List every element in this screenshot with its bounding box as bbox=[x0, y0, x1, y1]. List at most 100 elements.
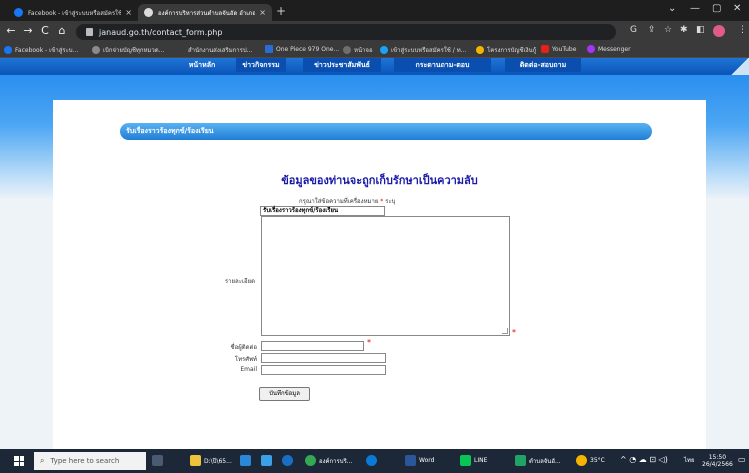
home-button[interactable]: ⌂ bbox=[55, 24, 69, 37]
bookmark-star-icon[interactable]: ☆ bbox=[664, 25, 672, 35]
bookmark-icon bbox=[476, 46, 484, 54]
search-icon: ⌕ bbox=[40, 456, 45, 465]
bookmark-item[interactable]: Messenger bbox=[587, 45, 631, 53]
site-favicon-icon bbox=[144, 8, 153, 17]
taskbar-word[interactable]: Word bbox=[405, 455, 434, 466]
page-viewport: หน้าหลัก ข่าวกิจกรรม ข่าวประชาสัมพันธ์ ก… bbox=[0, 58, 749, 449]
windows-start-icon[interactable] bbox=[14, 456, 24, 466]
close-tab-icon[interactable]: × bbox=[125, 8, 132, 17]
nav-activities[interactable]: ข่าวกิจกรรม bbox=[236, 58, 286, 72]
calendar-icon bbox=[240, 455, 251, 466]
nav-home[interactable]: หน้าหลัก bbox=[181, 58, 223, 72]
taskbar-app[interactable] bbox=[282, 455, 296, 466]
edge-icon bbox=[282, 455, 293, 466]
bookmark-item[interactable]: โครงการบัญชีเงินกู้ bbox=[476, 45, 536, 55]
messenger-icon bbox=[587, 45, 595, 53]
name-label: ชื่อผู้ติดต่อ bbox=[230, 344, 257, 351]
tab-facebook[interactable]: Facebook - เข้าสู่ระบบหรือสมัครใช้งาน × bbox=[8, 4, 138, 21]
detail-textarea[interactable] bbox=[261, 216, 510, 336]
twitter-icon bbox=[380, 46, 388, 54]
language-indicator[interactable]: ไทย bbox=[684, 457, 695, 464]
store-icon bbox=[261, 455, 272, 466]
bookmark-item[interactable]: เข้าสู่ระบบหรือสมัครใช้ / ท... bbox=[380, 45, 466, 55]
windows-taskbar: ⌕ Type here to search D:\ปี\65... องค์กา… bbox=[0, 449, 749, 473]
required-mark: * bbox=[512, 328, 516, 337]
app-icon bbox=[366, 455, 377, 466]
task-view-icon[interactable] bbox=[152, 455, 166, 466]
clock-time: 15:50 bbox=[708, 454, 727, 461]
browser-toolbar: ← → C ⌂ janaud.go.th/contact_form.php G … bbox=[0, 21, 749, 43]
content-panel: รับเรื่องราวร้องทุกข์/ร้องเรียน ข้อมูลขอ… bbox=[53, 100, 706, 449]
subject-field[interactable]: รับเรื่องราวร้องทุกข์/ร้องเรียน bbox=[260, 206, 385, 216]
word-icon bbox=[405, 455, 416, 466]
back-button[interactable]: ← bbox=[4, 24, 18, 37]
section-title: รับเรื่องราวร้องทุกข์/ร้องเรียน bbox=[120, 123, 652, 140]
taskbar-app[interactable] bbox=[366, 455, 380, 466]
close-tab-icon[interactable]: × bbox=[259, 8, 266, 17]
sun-icon bbox=[576, 455, 587, 466]
taskbar-excel[interactable]: ตำบลจันอั... bbox=[515, 455, 561, 466]
detail-label: รายละเอียด bbox=[224, 278, 255, 285]
url-text: janaud.go.th/contact_form.php bbox=[99, 27, 223, 37]
taskbar-chrome[interactable]: องค์การบริ... bbox=[305, 455, 353, 466]
nav-news[interactable]: ข่าวประชาสัมพันธ์ bbox=[303, 58, 381, 72]
bookmark-item[interactable]: สำนักงานส่งเสริมการป... bbox=[188, 45, 252, 55]
phone-label: โทรศัพท์ bbox=[234, 356, 257, 363]
line-icon bbox=[460, 455, 471, 466]
share-icon[interactable]: ⇪ bbox=[648, 25, 656, 35]
taskbar-search-input[interactable]: ⌕ Type here to search bbox=[34, 452, 146, 470]
clock-date: 26/4/2566 bbox=[702, 461, 733, 468]
taskbar-line[interactable]: LINE bbox=[460, 455, 487, 466]
bookmark-icon bbox=[343, 46, 351, 54]
tab-title: องค์การบริหารส่วนตำบลจันอัด อำเภอโนนสูง bbox=[158, 9, 256, 17]
bookmark-icon bbox=[92, 46, 100, 54]
bookmark-item[interactable]: One Piece 979 One... bbox=[265, 45, 339, 53]
bookmarks-bar: Facebook - เข้าสู่ระบ... เบิกจ่ายบัญชีทุ… bbox=[0, 43, 749, 58]
tab-search-icon[interactable]: ⌄ bbox=[668, 3, 676, 14]
google-icon[interactable]: G bbox=[630, 25, 637, 35]
extensions-icon[interactable]: ✱ bbox=[680, 25, 688, 35]
side-panel-icon[interactable]: ◧ bbox=[696, 25, 705, 35]
profile-avatar[interactable] bbox=[713, 25, 725, 37]
bookmark-item[interactable]: หน้าจอ bbox=[343, 45, 373, 55]
excel-icon bbox=[515, 455, 526, 466]
taskbar-clock[interactable]: 15:50 26/4/2566 bbox=[702, 454, 733, 468]
required-note: กรุณาใส่ข้อความที่เครื่องหมาย * ระบุ bbox=[299, 198, 396, 205]
taskbar-app[interactable] bbox=[240, 455, 254, 466]
bookmark-item[interactable]: YouTube bbox=[541, 45, 576, 53]
maximize-button[interactable]: ▢ bbox=[712, 3, 721, 14]
bookmark-icon bbox=[265, 45, 273, 53]
close-window-button[interactable]: ✕ bbox=[733, 3, 741, 14]
youtube-icon bbox=[541, 45, 549, 53]
phone-input[interactable] bbox=[261, 353, 386, 363]
name-input[interactable] bbox=[261, 341, 364, 351]
minimize-button[interactable]: — bbox=[690, 3, 700, 14]
bookmark-item[interactable]: เบิกจ่ายบัญชีทุกหมวด... bbox=[92, 45, 164, 55]
new-tab-button[interactable]: + bbox=[276, 5, 286, 17]
navbar-decoration bbox=[731, 58, 749, 75]
system-tray-icons[interactable]: ^ ◔ ☁ ⊡ ◁) bbox=[620, 456, 668, 464]
menu-icon[interactable]: ⋮ bbox=[738, 25, 747, 35]
facebook-icon bbox=[14, 8, 23, 17]
tab-janaud[interactable]: องค์การบริหารส่วนตำบลจันอัด อำเภอโนนสูง … bbox=[138, 4, 272, 21]
bookmark-item[interactable]: Facebook - เข้าสู่ระบ... bbox=[4, 45, 78, 55]
nav-qa-board[interactable]: กระดานถาม-ตอบ bbox=[394, 58, 491, 72]
nav-contact[interactable]: ติดต่อ-สอบถาม bbox=[505, 58, 581, 72]
folder-icon bbox=[190, 455, 201, 466]
email-input[interactable] bbox=[261, 365, 386, 375]
notification-icon[interactable]: ▭ bbox=[738, 456, 746, 464]
email-label: Email bbox=[240, 366, 257, 373]
site-navbar: หน้าหลัก ข่าวกิจกรรม ข่าวประชาสัมพันธ์ ก… bbox=[0, 58, 749, 75]
taskbar-app[interactable] bbox=[261, 455, 275, 466]
lock-icon bbox=[86, 28, 93, 36]
tab-title: Facebook - เข้าสู่ระบบหรือสมัครใช้งาน bbox=[28, 9, 122, 17]
facebook-icon bbox=[4, 46, 12, 54]
taskbar-folder[interactable]: D:\ปี\65... bbox=[190, 455, 232, 466]
weather-widget[interactable]: 35°C bbox=[576, 455, 605, 466]
address-bar[interactable]: janaud.go.th/contact_form.php bbox=[76, 24, 616, 40]
submit-button[interactable]: บันทึกข้อมูล bbox=[259, 387, 310, 401]
forward-button[interactable]: → bbox=[21, 24, 35, 37]
chrome-icon bbox=[305, 455, 316, 466]
reload-button[interactable]: C bbox=[38, 24, 52, 37]
page-headline: ข้อมูลของท่านจะถูกเก็บรักษาเป็นความลับ bbox=[281, 174, 478, 187]
